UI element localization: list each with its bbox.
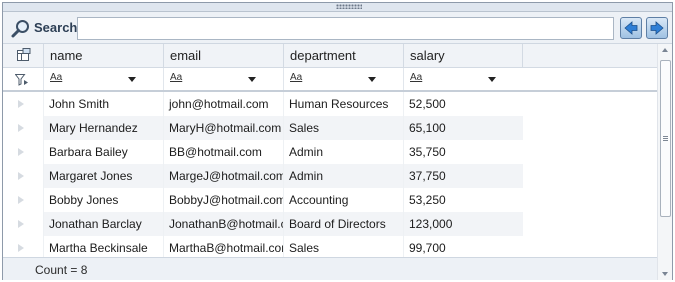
table-row[interactable]: Martha Beckinsale MarthaB@hotmail.com Sa… bbox=[3, 236, 657, 257]
chevron-down-icon[interactable] bbox=[368, 77, 376, 82]
cell-name[interactable]: Bobby Jones bbox=[43, 188, 163, 212]
scroll-down-icon[interactable] bbox=[662, 272, 668, 276]
filter-cell-department[interactable]: Aa bbox=[283, 68, 403, 90]
row-indicator[interactable] bbox=[3, 212, 43, 236]
cell-salary[interactable]: 99,700 bbox=[403, 236, 523, 257]
cell-salary[interactable]: 37,750 bbox=[403, 164, 523, 188]
table-row[interactable]: Mary Hernandez MaryH@hotmail.com Sales 6… bbox=[3, 116, 657, 140]
cell-salary[interactable]: 65,100 bbox=[403, 116, 523, 140]
arrow-left-icon bbox=[624, 21, 638, 35]
row-indicator-icon bbox=[18, 172, 24, 180]
search-label: Search bbox=[34, 20, 78, 35]
cell-email[interactable]: MargeJ@hotmail.com bbox=[163, 164, 283, 188]
column-header-department[interactable]: department bbox=[283, 44, 403, 68]
next-match-button[interactable] bbox=[646, 17, 668, 39]
column-header-row: name email department salary bbox=[3, 44, 657, 68]
row-count: Count = 8 bbox=[35, 263, 88, 277]
chevron-down-icon[interactable] bbox=[248, 77, 256, 82]
status-bar: Count = 8 bbox=[3, 257, 657, 280]
filter-cell-salary[interactable]: Aa bbox=[403, 68, 523, 90]
filter-cell-email[interactable]: Aa bbox=[163, 68, 283, 90]
column-chooser-icon bbox=[17, 48, 31, 61]
cell-name[interactable]: Mary Hernandez bbox=[43, 116, 163, 140]
table-row[interactable]: Barbara Bailey BB@hotmail.com Admin 35,7… bbox=[3, 140, 657, 164]
scroll-up-icon[interactable] bbox=[662, 48, 668, 52]
column-chooser-button[interactable] bbox=[3, 44, 43, 68]
text-filter-icon: Aa bbox=[170, 72, 183, 83]
row-indicator-icon bbox=[18, 124, 24, 132]
cell-name[interactable]: John Smith bbox=[43, 92, 163, 116]
chevron-down-icon[interactable] bbox=[128, 77, 136, 82]
cell-email[interactable]: MaryH@hotmail.com bbox=[163, 116, 283, 140]
row-indicator-icon bbox=[18, 100, 24, 108]
filter-cell-name[interactable]: Aa bbox=[43, 68, 163, 90]
cell-salary[interactable]: 53,250 bbox=[403, 188, 523, 212]
column-header-name[interactable]: name bbox=[43, 44, 163, 68]
row-indicator[interactable] bbox=[3, 236, 43, 257]
table-row[interactable]: Margaret Jones MargeJ@hotmail.com Admin … bbox=[3, 164, 657, 188]
thumb-grip-icon bbox=[663, 140, 668, 141]
table-row[interactable]: Jonathan Barclay JonathanB@hotmail.com B… bbox=[3, 212, 657, 236]
cell-email[interactable]: BobbyJ@hotmail.com bbox=[163, 188, 283, 212]
filter-row: Aa Aa Aa Aa bbox=[3, 68, 657, 92]
cell-name[interactable]: Margaret Jones bbox=[43, 164, 163, 188]
row-indicator-icon bbox=[18, 196, 24, 204]
cell-department[interactable]: Board of Directors bbox=[283, 212, 403, 236]
arrow-right-icon bbox=[650, 21, 664, 35]
row-indicator[interactable] bbox=[3, 140, 43, 164]
filter-icon[interactable] bbox=[15, 74, 29, 86]
text-filter-icon: Aa bbox=[50, 72, 63, 83]
vertical-scrollbar[interactable] bbox=[657, 44, 672, 280]
column-header-salary[interactable]: salary bbox=[403, 44, 523, 68]
row-indicator[interactable] bbox=[3, 116, 43, 140]
cell-department[interactable]: Admin bbox=[283, 140, 403, 164]
thumb-grip-icon bbox=[663, 136, 668, 137]
text-filter-icon: Aa bbox=[290, 72, 303, 83]
cell-salary[interactable]: 35,750 bbox=[403, 140, 523, 164]
table-row[interactable]: Bobby Jones BobbyJ@hotmail.com Accountin… bbox=[3, 188, 657, 212]
magnifier-icon bbox=[10, 18, 32, 40]
column-header-email[interactable]: email bbox=[163, 44, 283, 68]
cell-name[interactable]: Jonathan Barclay bbox=[43, 212, 163, 236]
grid-window: Search name email department salary Aa A… bbox=[2, 2, 673, 280]
cell-salary[interactable]: 52,500 bbox=[403, 92, 523, 116]
cell-email[interactable]: MarthaB@hotmail.com bbox=[163, 236, 283, 257]
cell-department[interactable]: Sales bbox=[283, 116, 403, 140]
text-filter-icon: Aa bbox=[410, 72, 423, 83]
thumb-grip-icon bbox=[663, 138, 668, 139]
cell-department[interactable]: Sales bbox=[283, 236, 403, 257]
row-indicator-icon bbox=[18, 220, 24, 228]
cell-department[interactable]: Accounting bbox=[283, 188, 403, 212]
previous-match-button[interactable] bbox=[620, 17, 642, 39]
row-indicator[interactable] bbox=[3, 92, 43, 116]
resize-grip-bar[interactable] bbox=[3, 3, 672, 12]
cell-salary[interactable]: 123,000 bbox=[403, 212, 523, 236]
cell-name[interactable]: Barbara Bailey bbox=[43, 140, 163, 164]
chevron-down-icon[interactable] bbox=[488, 77, 496, 82]
table-row[interactable]: John Smith john@hotmail.com Human Resour… bbox=[3, 92, 657, 116]
data-grid: name email department salary Aa Aa Aa Aa… bbox=[3, 44, 657, 257]
row-indicator[interactable] bbox=[3, 164, 43, 188]
search-input[interactable] bbox=[77, 17, 614, 40]
cell-department[interactable]: Admin bbox=[283, 164, 403, 188]
cell-email[interactable]: JonathanB@hotmail.com bbox=[163, 212, 283, 236]
cell-email[interactable]: john@hotmail.com bbox=[163, 92, 283, 116]
cell-department[interactable]: Human Resources bbox=[283, 92, 403, 116]
row-indicator[interactable] bbox=[3, 188, 43, 212]
search-bar: Search bbox=[3, 12, 672, 44]
row-indicator-icon bbox=[18, 244, 24, 252]
cell-email[interactable]: BB@hotmail.com bbox=[163, 140, 283, 164]
scrollbar-thumb[interactable] bbox=[660, 60, 671, 217]
row-indicator-icon bbox=[18, 148, 24, 156]
grip-dots-icon[interactable] bbox=[336, 4, 362, 9]
cell-name[interactable]: Martha Beckinsale bbox=[43, 236, 163, 257]
